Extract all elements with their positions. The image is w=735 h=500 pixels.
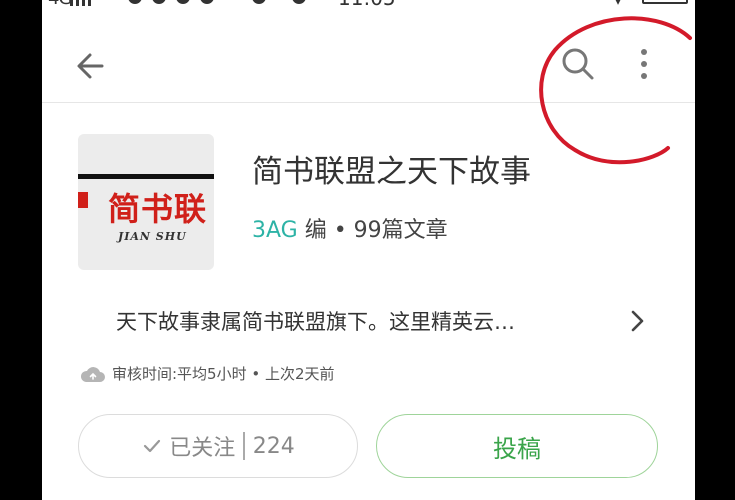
collection-meta: 3AG 编 • 99篇文章 (252, 212, 448, 244)
chevron-right-icon (631, 310, 644, 332)
phone-screen: 4G 11:05 ▾ 简书联 JIAN SHU 简书联盟之天下故事 (42, 0, 695, 500)
author-link[interactable]: 3AG (252, 218, 298, 243)
arrow-left-icon[interactable] (72, 46, 112, 86)
notification-icon (176, 0, 190, 4)
notification-icon (252, 0, 266, 4)
follow-button[interactable]: 已关注 224 (78, 414, 358, 478)
status-bar: 4G 11:05 ▾ (42, 0, 695, 10)
submit-button[interactable]: 投稿 (376, 414, 658, 478)
toolbar (42, 28, 695, 103)
cover-latin-text: JIAN SHU (118, 230, 187, 243)
follow-count: 224 (252, 433, 295, 459)
cover-brand-text: 简书联 (108, 190, 208, 228)
collection-title: 简书联盟之天下故事 (252, 154, 531, 190)
status-time: 11:05 (338, 0, 396, 10)
description-text: 天下故事隶属简书联盟旗下。这里精英云… (116, 310, 515, 334)
notification-icon (200, 0, 214, 4)
notification-icon (292, 0, 306, 4)
collection-description[interactable]: 天下故事隶属简书联盟旗下。这里精英云… (116, 304, 656, 340)
more-vertical-icon[interactable] (632, 44, 656, 84)
search-icon[interactable] (558, 44, 598, 84)
cover-line (78, 174, 214, 179)
cloud-upload-icon (80, 367, 105, 382)
collection-cover: 简书联 JIAN SHU (78, 134, 214, 270)
cover-red-mark (78, 192, 88, 208)
submit-label: 投稿 (493, 434, 541, 463)
check-icon (144, 439, 161, 453)
meta-suffix: 编 • 99篇文章 (304, 218, 448, 243)
signal-label: 4G (48, 0, 72, 9)
notification-icon (152, 0, 166, 4)
signal-bars-icon (70, 0, 92, 6)
wifi-icon: ▾ (614, 0, 622, 9)
battery-icon (642, 0, 688, 4)
follow-label: 已关注 (169, 436, 236, 461)
review-info-text: 审核时间:平均5小时 • 上次2天前 (112, 365, 335, 383)
follow-separator (243, 432, 245, 460)
notification-icon (128, 0, 142, 4)
